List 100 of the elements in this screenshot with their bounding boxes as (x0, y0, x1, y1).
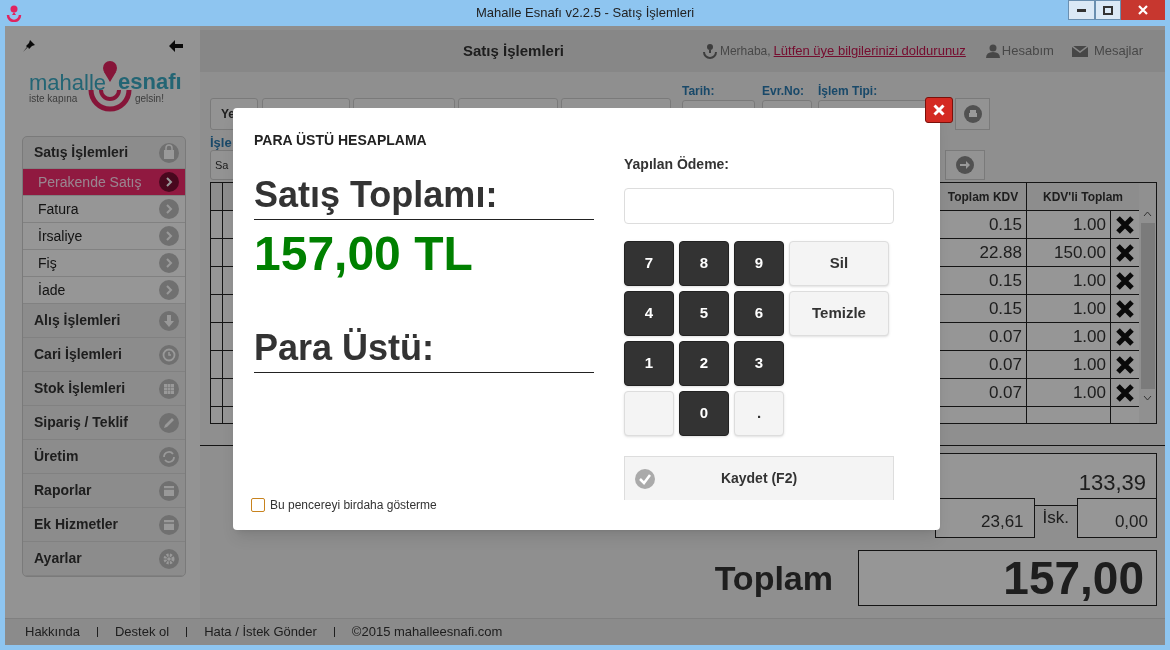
keypad-key[interactable]: 8 (679, 241, 729, 286)
footer-link[interactable]: Destek ol (114, 622, 170, 642)
chevron-right-icon (159, 253, 179, 273)
scroll-down-icon[interactable] (1143, 395, 1152, 401)
sale-total-label: Satış Toplamı: (254, 173, 594, 220)
minimize-button[interactable] (1068, 0, 1095, 20)
change-label: Para Üstü: (254, 326, 594, 373)
keypad-key[interactable]: 5 (679, 291, 729, 336)
footer-link[interactable]: Hata / İstek Gönder (204, 622, 317, 642)
table-cell: 1.00 (1027, 351, 1111, 379)
checkbox-label: Bu pencereyi birdaha gösterme (270, 497, 437, 514)
menu-item[interactable]: Fiş (23, 250, 185, 277)
discount-label: İsk. (1042, 507, 1069, 530)
close-icon (1138, 5, 1148, 15)
table-cell: 1.00 (1027, 267, 1111, 295)
delete-icon[interactable] (1115, 243, 1135, 263)
keypad-key[interactable]: 2 (679, 341, 729, 386)
keypad-key[interactable]: . (734, 391, 784, 436)
gear-icon (159, 548, 179, 569)
calendar-icon (159, 514, 179, 535)
table-cell: 1.00 (1027, 379, 1111, 407)
menu-section[interactable]: Stok İşlemleri (23, 372, 185, 406)
greeting-text: Merhaba, (719, 43, 771, 60)
menu-item[interactable]: İade (23, 277, 185, 304)
menu-section[interactable]: Ayarlar (23, 542, 185, 576)
page-title: Satış İşlemleri (463, 40, 564, 61)
menu-section[interactable]: Üretim (23, 440, 185, 474)
maximize-button[interactable] (1095, 0, 1121, 20)
chevron-right-icon (159, 280, 179, 300)
menu-section[interactable]: Raporlar (23, 474, 185, 508)
field-label: İşlem Tipi: (818, 84, 879, 98)
keypad-key[interactable]: 1 (624, 341, 674, 386)
pencil-icon (159, 412, 179, 433)
close-icon (933, 104, 945, 116)
app-logo-icon (6, 4, 22, 22)
field-label: Tarih: (682, 84, 716, 98)
maximize-icon (1103, 5, 1113, 15)
dialog-close-button[interactable] (925, 97, 953, 123)
pin-icon[interactable] (22, 39, 36, 53)
user-icon[interactable] (985, 44, 1000, 58)
user-pin-icon (702, 43, 717, 59)
table-cell: 1.00 (1027, 211, 1111, 239)
menu-section[interactable]: Alış İşlemleri (23, 304, 185, 338)
delete-icon[interactable] (1115, 215, 1135, 235)
arrow-right-icon (956, 156, 974, 174)
keypad-key[interactable]: 3 (734, 341, 784, 386)
clock-icon (159, 344, 179, 365)
form-label: İşle (210, 136, 232, 150)
delete-icon[interactable] (1115, 299, 1135, 319)
keypad-key[interactable]: 6 (734, 291, 784, 336)
menu-section[interactable]: Cari İşlemleri (23, 338, 185, 372)
chevron-right-icon (159, 226, 179, 246)
keypad-key[interactable]: 9 (734, 241, 784, 286)
next-button[interactable] (945, 150, 985, 180)
menu-section[interactable]: Ek Hizmetler (23, 508, 185, 542)
menu-section[interactable]: Sipariş / Teklif (23, 406, 185, 440)
delete-icon[interactable] (1115, 327, 1135, 347)
table-cell: 1.00 (1027, 295, 1111, 323)
refresh-icon (159, 446, 179, 467)
sale-total-value: 157,00 TL (254, 226, 474, 282)
back-arrow-icon[interactable] (169, 40, 183, 52)
chevron-right-icon (159, 172, 179, 192)
keypad-key[interactable]: 0 (679, 391, 729, 436)
save-button[interactable]: Kaydet (F2) (624, 456, 894, 500)
delete-icon[interactable] (1115, 355, 1135, 375)
grid-icon (159, 378, 179, 399)
tax-field: 23,61 (934, 498, 1035, 538)
calendar-icon (159, 480, 179, 501)
check-icon (635, 468, 655, 489)
close-button[interactable] (1121, 0, 1165, 20)
menu-item[interactable]: Fatura (23, 196, 185, 223)
minimize-icon (1077, 8, 1086, 12)
keypad-key[interactable]: 4 (624, 291, 674, 336)
scroll-up-icon[interactable] (1143, 211, 1152, 217)
checkbox[interactable] (251, 498, 265, 512)
payment-input[interactable] (624, 188, 894, 224)
chevron-right-icon (159, 199, 179, 219)
discount-field: 0,00 (1077, 498, 1157, 538)
footer-link[interactable]: Hakkında (25, 622, 80, 642)
total-label: Toplam (714, 557, 833, 599)
delete-button[interactable]: Sil (789, 241, 889, 286)
table-cell: 150.00 (1027, 239, 1111, 267)
logo-drawing: mahalle esnafı iste kapına gelsin! (25, 64, 185, 120)
payment-label: Yapılan Ödeme: (624, 155, 731, 174)
dialog-title: PARA ÜSTÜ HESAPLAMA (254, 131, 428, 150)
window-title: Mahalle Esnafı v2.2.5 - Satış İşlemleri (475, 4, 695, 23)
keypad-key[interactable]: 7 (624, 241, 674, 286)
printer-icon (963, 105, 982, 123)
table-cell: 1.00 (1027, 323, 1111, 351)
delete-icon[interactable] (1115, 383, 1135, 403)
profile-link[interactable]: Lütfen üye bilgilerinizi doldurunuz (773, 41, 966, 61)
clear-button[interactable]: Temizle (789, 291, 889, 336)
envelope-icon[interactable] (1071, 45, 1088, 57)
delete-icon[interactable] (1115, 271, 1135, 291)
menu-item[interactable]: İrsaliye (23, 223, 185, 250)
download-icon (159, 310, 179, 331)
scrollbar[interactable] (1139, 183, 1156, 423)
total-field: 157,00 (858, 550, 1157, 606)
copyright-text: ©2015 mahalleesnafi.com (351, 623, 503, 642)
column-header: KDV'li Toplam (1042, 189, 1124, 206)
